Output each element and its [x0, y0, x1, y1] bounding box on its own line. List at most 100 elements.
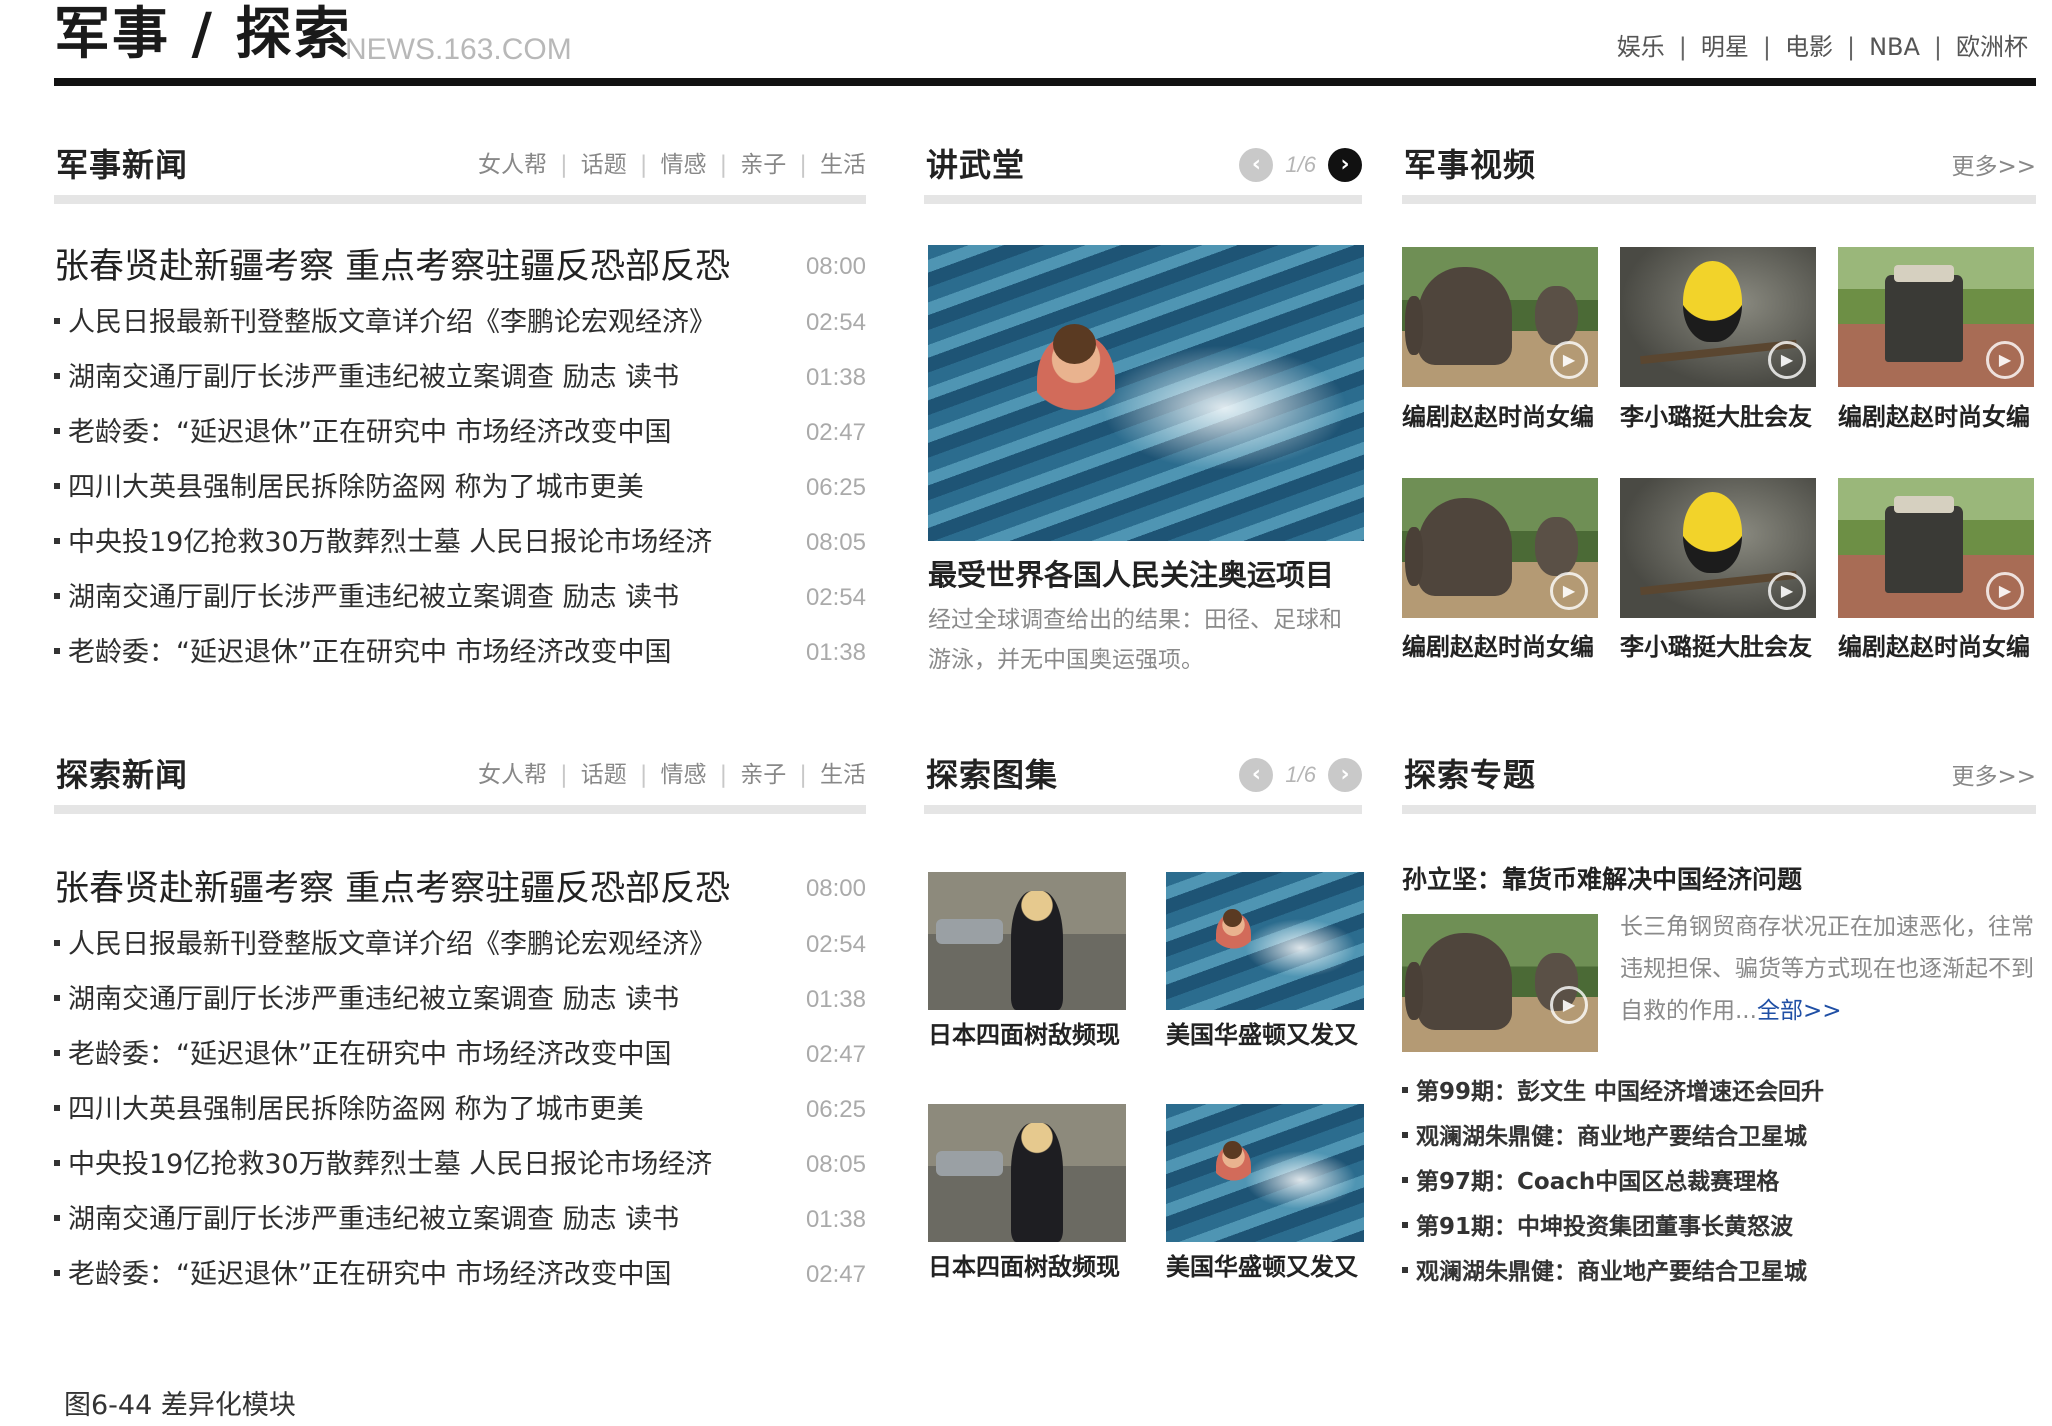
news-link[interactable]: 湖南交通厅副厅长涉严重违纪被立案调查 励志 读书 [54, 1193, 679, 1247]
news-text[interactable]: 人民日报最新刊登整版文章详介绍《李鹏论宏观经济》 [68, 307, 716, 338]
news-link[interactable]: 湖南交通厅副厅长涉严重违纪被立案调查 励志 读书 [54, 351, 679, 405]
news-item[interactable]: 老龄委：“延迟退休”正在研究中 市场经济改变中国 02:47 [54, 406, 866, 460]
news-item[interactable]: 中央投19亿抢救30万散葬烈士墓 人民日报论市场经济 08:05 [54, 516, 866, 570]
news-link[interactable]: 湖南交通厅副厅长涉严重违纪被立案调查 励志 读书 [54, 973, 679, 1027]
video-thumb-jeep[interactable]: ▶ [1838, 478, 2034, 618]
play-icon[interactable]: ▶ [1550, 986, 1588, 1024]
nav-item-euro-cup[interactable]: 欧洲杯 [1956, 30, 2028, 64]
news-text[interactable]: 湖南交通厅副厅长涉严重违纪被立案调查 励志 读书 [68, 984, 679, 1015]
news-text[interactable]: 老龄委：“延迟退休”正在研究中 市场经济改变中国 [68, 417, 672, 448]
video-caption[interactable]: 李小璐挺大肚会友 [1620, 630, 1812, 664]
video-thumb-elephant[interactable]: ▶ [1402, 247, 1598, 387]
nav-item-movies[interactable]: 电影 [1785, 30, 1833, 64]
news-link[interactable]: 老龄委：“延迟退休”正在研究中 市场经济改变中国 [54, 626, 672, 680]
news-item[interactable]: 人民日报最新刊登整版文章详介绍《李鹏论宏观经济》 02:54 [54, 918, 866, 972]
news-link[interactable]: 老龄委：“延迟退休”正在研究中 市场经济改变中国 [54, 406, 672, 460]
news-link[interactable]: 中央投19亿抢救30万散葬烈士墓 人民日报论市场经济 [54, 1138, 712, 1192]
topic-text[interactable]: 观澜湖朱鼎健：商业地产要结合卫星城 [1416, 1124, 1807, 1150]
news-link[interactable]: 老龄委：“延迟退休”正在研究中 市场经济改变中国 [54, 1028, 672, 1082]
news-link[interactable]: 人民日报最新刊登整版文章详介绍《李鹏论宏观经济》 [54, 918, 716, 972]
news-text[interactable]: 老龄委：“延迟退休”正在研究中 市场经济改变中国 [68, 1039, 672, 1070]
more-link[interactable]: 更多>> [1951, 762, 2036, 792]
play-icon[interactable]: ▶ [1768, 341, 1806, 379]
tab-emotion[interactable]: 情感 [661, 150, 707, 180]
tab-life[interactable]: 生活 [820, 150, 866, 180]
gallery-caption[interactable]: 美国华盛顿又发又 [1166, 1018, 1358, 1052]
topic-feature-title[interactable]: 孙立坚：靠货币难解决中国经济问题 [1402, 862, 1802, 898]
video-caption[interactable]: 编剧赵赵时尚女编 [1402, 630, 1594, 664]
headline-text[interactable]: 张春贤赴新疆考察 重点考察驻疆反恐部反恐 [54, 862, 730, 916]
news-link[interactable]: 老龄委：“延迟退休”正在研究中 市场经济改变中国 [54, 1248, 672, 1302]
news-item[interactable]: 湖南交通厅副厅长涉严重违纪被立案调查 励志 读书 02:54 [54, 571, 866, 625]
gallery-thumb-street[interactable] [928, 1104, 1126, 1242]
news-item[interactable]: 人民日报最新刊登整版文章详介绍《李鹏论宏观经济》 02:54 [54, 296, 866, 350]
video-caption[interactable]: 编剧赵赵时尚女编 [1838, 630, 2030, 664]
view-all-link[interactable]: 全部>> [1757, 998, 1842, 1024]
gallery-caption[interactable]: 日本四面树敌频现 [928, 1250, 1120, 1284]
play-icon[interactable]: ▶ [1550, 572, 1588, 610]
gallery-thumb-street[interactable] [928, 872, 1126, 1010]
play-icon[interactable]: ▶ [1986, 341, 2024, 379]
news-text[interactable]: 人民日报最新刊登整版文章详介绍《李鹏论宏观经济》 [68, 929, 716, 960]
news-item[interactable]: 湖南交通厅副厅长涉严重违纪被立案调查 励志 读书 01:38 [54, 1193, 866, 1247]
topic-item[interactable]: 观澜湖朱鼎健：商业地产要结合卫星城 [1402, 1115, 1807, 1159]
news-text[interactable]: 四川大英县强制居民拆除防盗网 称为了城市更美 [68, 1094, 644, 1125]
lead-headline[interactable]: 张春贤赴新疆考察 重点考察驻疆反恐部反恐 08:00 [54, 862, 866, 916]
tab-women[interactable]: 女人帮 [478, 760, 547, 790]
news-item[interactable]: 老龄委：“延迟退休”正在研究中 市场经济改变中国 02:47 [54, 1248, 866, 1302]
news-link[interactable]: 人民日报最新刊登整版文章详介绍《李鹏论宏观经济》 [54, 296, 716, 350]
news-text[interactable]: 老龄委：“延迟退休”正在研究中 市场经济改变中国 [68, 637, 672, 668]
topic-item[interactable]: 第97期：Coach中国区总裁赛理格 [1402, 1160, 1779, 1204]
video-caption[interactable]: 编剧赵赵时尚女编 [1402, 400, 1594, 434]
nav-item-stars[interactable]: 明星 [1701, 30, 1749, 64]
news-item[interactable]: 老龄委：“延迟退休”正在研究中 市场经济改变中国 01:38 [54, 626, 866, 680]
news-item[interactable]: 湖南交通厅副厅长涉严重违纪被立案调查 励志 读书 01:38 [54, 973, 866, 1027]
topic-text[interactable]: 第99期：彭文生 中国经济增速还会回升 [1416, 1079, 1824, 1105]
feature-image-swimmer[interactable] [928, 245, 1364, 541]
tab-life[interactable]: 生活 [820, 760, 866, 790]
play-icon[interactable]: ▶ [1550, 341, 1588, 379]
news-item[interactable]: 中央投19亿抢救30万散葬烈士墓 人民日报论市场经济 08:05 [54, 1138, 866, 1192]
news-text[interactable]: 四川大英县强制居民拆除防盗网 称为了城市更美 [68, 472, 644, 503]
topic-item[interactable]: 观澜湖朱鼎健：商业地产要结合卫星城 [1402, 1250, 1807, 1294]
play-icon[interactable]: ▶ [1986, 572, 2024, 610]
news-text[interactable]: 中央投19亿抢救30万散葬烈士墓 人民日报论市场经济 [68, 527, 712, 558]
play-icon[interactable]: ▶ [1768, 572, 1806, 610]
prev-arrow-icon[interactable]: ‹ [1239, 148, 1274, 182]
next-arrow-icon[interactable]: › [1328, 758, 1362, 792]
topic-text[interactable]: 第91期：中坤投资集团董事长黄怒波 [1416, 1214, 1793, 1240]
gallery-thumb-swimmer[interactable] [1166, 1104, 1364, 1242]
headline-text[interactable]: 张春贤赴新疆考察 重点考察驻疆反恐部反恐 [54, 240, 730, 294]
nav-item-nba[interactable]: NBA [1869, 30, 1920, 64]
news-item[interactable]: 四川大英县强制居民拆除防盗网 称为了城市更美 06:25 [54, 1083, 866, 1137]
nav-item-entertainment[interactable]: 娱乐 [1617, 30, 1665, 64]
feature-title[interactable]: 最受世界各国人民关注奥运项目 [928, 555, 1334, 595]
gallery-caption[interactable]: 美国华盛顿又发又 [1166, 1250, 1358, 1284]
topic-thumb-elephant[interactable]: ▶ [1402, 914, 1598, 1052]
video-thumb-elephant[interactable]: ▶ [1402, 478, 1598, 618]
video-caption[interactable]: 编剧赵赵时尚女编 [1838, 400, 2030, 434]
news-item[interactable]: 老龄委：“延迟退休”正在研究中 市场经济改变中国 02:47 [54, 1028, 866, 1082]
news-link[interactable]: 四川大英县强制居民拆除防盗网 称为了城市更美 [54, 1083, 644, 1137]
lead-headline[interactable]: 张春贤赴新疆考察 重点考察驻疆反恐部反恐 08:00 [54, 240, 866, 294]
video-thumb-bird[interactable]: ▶ [1620, 247, 1816, 387]
news-text[interactable]: 湖南交通厅副厅长涉严重违纪被立案调查 励志 读书 [68, 362, 679, 393]
topic-text[interactable]: 第97期：Coach中国区总裁赛理格 [1416, 1169, 1779, 1195]
tab-topics[interactable]: 话题 [581, 150, 627, 180]
tab-parenting[interactable]: 亲子 [740, 150, 786, 180]
news-link[interactable]: 湖南交通厅副厅长涉严重违纪被立案调查 励志 读书 [54, 571, 679, 625]
news-text[interactable]: 湖南交通厅副厅长涉严重违纪被立案调查 励志 读书 [68, 582, 679, 613]
tab-parenting[interactable]: 亲子 [740, 760, 786, 790]
tab-topics[interactable]: 话题 [581, 760, 627, 790]
tab-women[interactable]: 女人帮 [478, 150, 547, 180]
tab-emotion[interactable]: 情感 [661, 760, 707, 790]
video-thumb-bird[interactable]: ▶ [1620, 478, 1816, 618]
gallery-thumb-swimmer[interactable] [1166, 872, 1364, 1010]
prev-arrow-icon[interactable]: ‹ [1239, 758, 1274, 792]
news-text[interactable]: 老龄委：“延迟退休”正在研究中 市场经济改变中国 [68, 1259, 672, 1290]
news-item[interactable]: 湖南交通厅副厅长涉严重违纪被立案调查 励志 读书 01:38 [54, 351, 866, 405]
news-link[interactable]: 中央投19亿抢救30万散葬烈士墓 人民日报论市场经济 [54, 516, 712, 570]
topic-text[interactable]: 观澜湖朱鼎健：商业地产要结合卫星城 [1416, 1259, 1807, 1285]
video-caption[interactable]: 李小璐挺大肚会友 [1620, 400, 1812, 434]
news-text[interactable]: 中央投19亿抢救30万散葬烈士墓 人民日报论市场经济 [68, 1149, 712, 1180]
